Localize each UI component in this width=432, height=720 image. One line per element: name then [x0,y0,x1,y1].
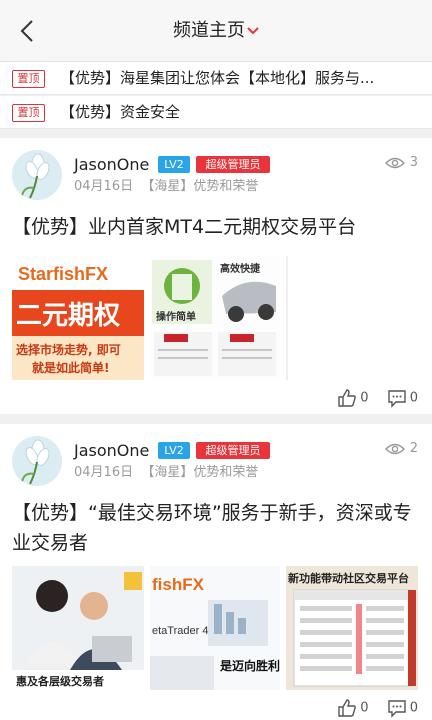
post-image[interactable]: 惠及各层级交易者 [12,566,144,690]
like-count: 0 [360,390,369,406]
role-badge: 超级管理员 [196,156,270,173]
image-caption: 选择市场走势, 即可 [16,342,121,357]
like-button[interactable]: 0 [337,698,369,718]
post-meta: 04月16日 【海星】优势和荣誉 [74,178,258,196]
thumbs-up-icon [338,389,357,407]
image-brand: fishFX [152,575,205,594]
thumbs-up-icon [338,699,357,717]
eye-icon [384,157,405,168]
author-name[interactable]: JasonOne [74,440,149,462]
pinned-item[interactable]: 置顶 【优势】资金安全 [0,96,432,129]
post-title[interactable]: 【优势】业内首家MT4二元期权交易平台 [12,212,420,242]
like-count: 0 [360,700,369,716]
post-card[interactable]: JasonOne LV2 超级管理员 2 04月16日 【海星】优势和荣誉 【优… [0,424,432,720]
role-badge: 超级管理员 [196,442,270,459]
pinned-tag: 置顶 [12,104,45,122]
comment-icon [388,390,406,408]
comment-count: 0 [409,390,418,406]
post-card[interactable]: JasonOne LV2 超级管理员 3 04月16日 【海星】优势和荣誉 【优… [0,138,432,414]
image-headline: 二元期权 [16,301,120,331]
image-caption: 操作简单 [156,310,196,323]
image-caption: 高效快捷 [220,262,261,275]
post-date: 04月16日 [74,179,134,194]
comment-icon [388,700,406,718]
author-name[interactable]: JasonOne [74,154,149,176]
image-caption: 就是如此简单! [32,360,109,375]
pinned-tag: 置顶 [12,70,45,88]
post-image-edge [286,256,288,380]
comment-count: 0 [409,700,418,716]
post-image[interactable]: fishFX etaTrader 4 是迈向胜利 [150,566,280,690]
post-image[interactable]: 新功能带动社区交易平台 [286,566,418,690]
post-actions: 0 0 [323,388,418,408]
post-image[interactable]: StarfishFX 二元期权 选择市场走势, 即可 就是如此简单! [12,256,144,380]
pinned-item[interactable]: 置顶 【优势】海星集团让您体会【本地化】服务与... [0,62,432,95]
avatar[interactable] [12,150,62,200]
channel-title-dropdown[interactable]: 频道主页 [0,17,432,45]
view-count: 2 [384,440,418,458]
avatar[interactable] [12,436,62,486]
top-bar: 频道主页 [0,0,432,62]
level-badge: LV2 [158,156,190,173]
chevron-down-icon [247,27,259,35]
view-count: 3 [384,154,418,172]
page-title: 频道主页 [173,20,245,41]
post-channel[interactable]: 【海星】优势和荣誉 [141,465,258,480]
post-channel[interactable]: 【海星】优势和荣誉 [141,179,258,194]
image-caption: 新功能带动社区交易平台 [288,571,409,585]
post-meta: 04月16日 【海星】优势和荣誉 [74,464,258,482]
image-caption: etaTrader 4 [152,625,208,637]
post-date: 04月16日 [74,465,134,480]
comment-button[interactable]: 0 [387,698,418,718]
post-actions: 0 0 [323,698,418,718]
image-caption: 惠及各层级交易者 [16,674,104,688]
post-title[interactable]: 【优势】“最佳交易环境”服务于新手，资深或专业交易者 [12,498,420,558]
image-caption: 是迈向胜利 [219,658,280,673]
eye-icon [384,443,405,454]
image-brand: StarfishFX [18,264,108,284]
post-image[interactable]: 操作简单 高效快捷 [150,256,280,380]
pinned-title: 【优势】海星集团让您体会【本地化】服务与... [60,69,375,87]
level-badge: LV2 [158,442,190,459]
like-button[interactable]: 0 [337,388,369,408]
pinned-title: 【优势】资金安全 [60,103,181,121]
comment-button[interactable]: 0 [387,388,418,408]
